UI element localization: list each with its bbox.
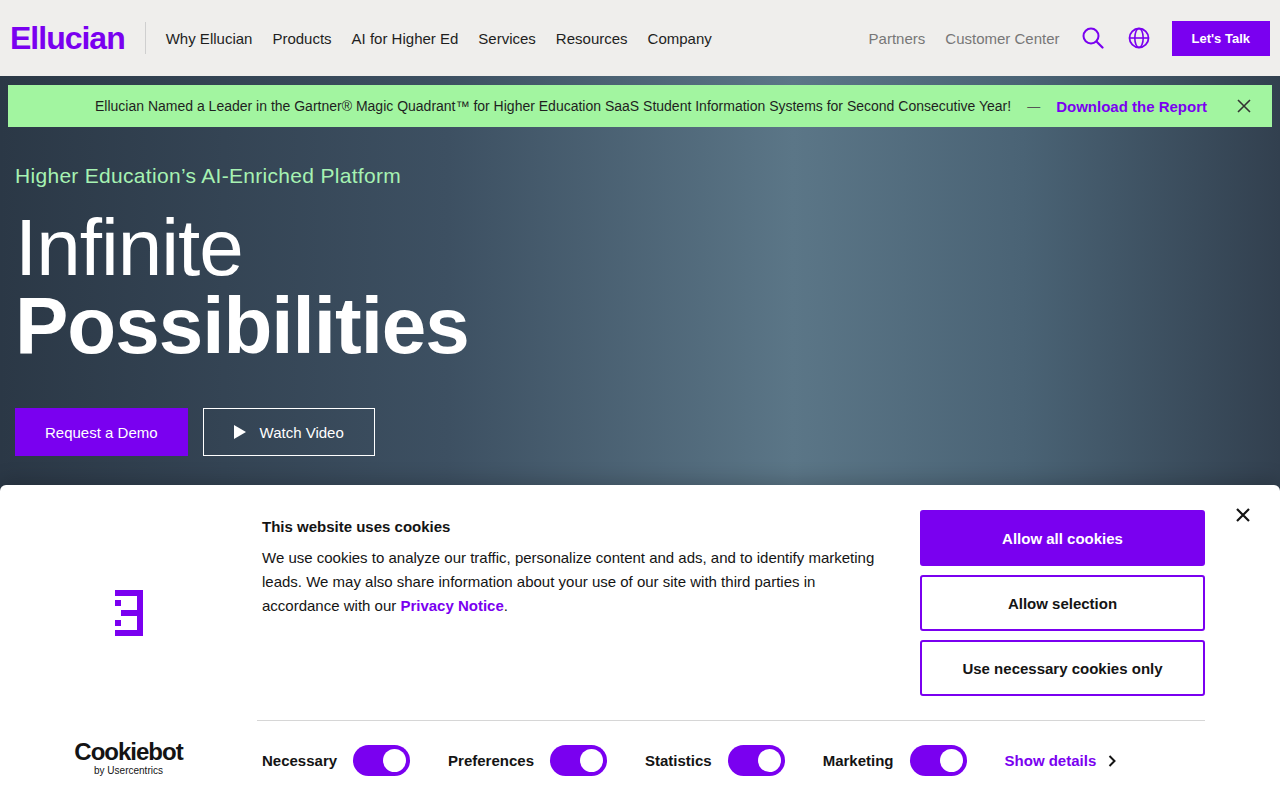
page: Ellucian Why Ellucian Products AI for High…: [0, 0, 1280, 800]
cookie-buttons: Allow all cookies Allow selection Use nece…: [920, 510, 1205, 696]
nav-item[interactable]: Products: [272, 30, 331, 47]
category-toggle[interactable]: [728, 745, 785, 776]
category-toggle[interactable]: [353, 745, 410, 776]
cookie-category: Marketing: [823, 745, 967, 776]
site-header: Ellucian Why Ellucian Products AI for High…: [0, 0, 1280, 76]
nav-item[interactable]: Why Ellucian: [166, 30, 253, 47]
watch-video-button[interactable]: Watch Video: [203, 408, 375, 456]
download-report-link[interactable]: Download the Report: [1056, 98, 1207, 115]
header-divider: [145, 22, 146, 54]
category-toggle[interactable]: [910, 745, 967, 776]
cookie-content: This website uses cookies We use cookies…: [257, 485, 1205, 800]
announcement-text: Ellucian Named a Leader in the Gartner® …: [95, 98, 1011, 114]
search-icon[interactable]: [1082, 27, 1104, 49]
chevron-right-icon: [1108, 755, 1116, 767]
category-label: Necessary: [262, 752, 337, 769]
category-label: Statistics: [645, 752, 712, 769]
cookie-text-block: This website uses cookies We use cookies…: [262, 510, 882, 696]
nav-item[interactable]: AI for Higher Ed: [352, 30, 459, 47]
category-toggle[interactable]: [550, 745, 607, 776]
request-demo-button[interactable]: Request a Demo: [15, 408, 188, 456]
cookie-category: Necessary: [262, 745, 410, 776]
lets-talk-button[interactable]: Let's Talk: [1172, 21, 1270, 56]
cookie-close-icon[interactable]: [1235, 507, 1251, 523]
close-icon[interactable]: [1236, 98, 1252, 114]
cookie-brand-column: Cookiebot by Usercentrics: [0, 485, 257, 800]
utility-link[interactable]: Partners: [869, 30, 926, 47]
hero-title-bold: Possibilities: [15, 287, 1280, 365]
privacy-notice-link[interactable]: Privacy Notice: [400, 597, 503, 614]
category-label: Preferences: [448, 752, 534, 769]
cookie-category: Preferences: [448, 745, 607, 776]
nav-item[interactable]: Resources: [556, 30, 628, 47]
main-nav: Why Ellucian Products AI for Higher Ed Serv…: [166, 30, 712, 47]
hero-title-light: Infinite: [15, 209, 1280, 287]
cookiebot-logo[interactable]: Cookiebot by Usercentrics: [74, 740, 182, 776]
utility-nav: Partners Customer Center Let's Talk: [869, 21, 1270, 56]
hero-buttons: Request a Demo Watch Video: [15, 408, 1280, 456]
show-details-link[interactable]: Show details: [1005, 752, 1117, 769]
category-label: Marketing: [823, 752, 894, 769]
cookie-categories: Necessary Preferences Statistics Marketi…: [257, 721, 1205, 800]
utility-link[interactable]: Customer Center: [945, 30, 1059, 47]
cookie-category: Statistics: [645, 745, 785, 776]
play-icon: [234, 425, 246, 439]
announcement-separator: —: [1027, 99, 1040, 114]
globe-icon[interactable]: [1128, 27, 1150, 49]
cookie-banner: Cookiebot by Usercentrics This website u…: [0, 485, 1280, 800]
ellucian-mark-icon: [115, 590, 143, 636]
cookie-button[interactable]: Use necessary cookies only: [920, 640, 1205, 696]
cookie-button[interactable]: Allow selection: [920, 575, 1205, 631]
cookie-body: We use cookies to analyze our traffic, p…: [262, 546, 882, 618]
hero-content: Higher Education’s AI-Enriched Platform …: [0, 163, 1280, 456]
cookie-button[interactable]: Allow all cookies: [920, 510, 1205, 566]
hero-title: Infinite Possibilities: [15, 209, 1280, 365]
hero-eyebrow: Higher Education’s AI-Enriched Platform: [15, 163, 1280, 188]
ellucian-logo[interactable]: Ellucian: [10, 20, 125, 57]
cookie-title: This website uses cookies: [262, 518, 882, 535]
announcement-bar: Ellucian Named a Leader in the Gartner® …: [8, 85, 1272, 127]
nav-item[interactable]: Company: [648, 30, 712, 47]
nav-item[interactable]: Services: [478, 30, 536, 47]
